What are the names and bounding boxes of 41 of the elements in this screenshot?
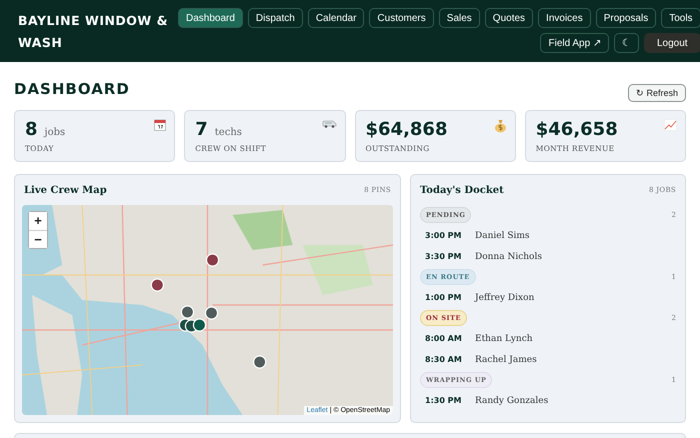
nav-tab[interactable]: Tools	[661, 8, 700, 28]
money-bag-icon	[494, 119, 507, 133]
job-time: 8:30 AM	[425, 355, 463, 364]
nav-tab[interactable]: Invoices	[538, 8, 591, 28]
van-icon	[322, 119, 336, 129]
map-drawing[interactable]	[22, 205, 393, 415]
nav-tab[interactable]: Quotes	[484, 8, 534, 28]
theme-toggle-button[interactable]: ☾	[614, 33, 639, 53]
nav-tab[interactable]: Dispatch	[248, 8, 303, 28]
stat-value: 8	[25, 119, 38, 140]
stat-value: $64,868	[366, 119, 448, 140]
job-time: 3:00 PM	[425, 231, 463, 240]
job-customer[interactable]: Jeffrey Dixon	[475, 292, 534, 302]
line-chart-icon	[664, 119, 677, 131]
refresh-button[interactable]: ↻ Refresh	[628, 84, 686, 102]
job-time: 8:00 AM	[425, 334, 463, 343]
nav-tab[interactable]: Proposals	[596, 8, 656, 28]
stat-unit: jobs	[44, 127, 66, 138]
nav-tab[interactable]: Dashboard	[178, 8, 243, 28]
zoom-out-button[interactable]: −	[29, 230, 47, 248]
stat-value: 7	[195, 119, 208, 140]
brand-title: BAYLINE WINDOW & WASH	[18, 12, 169, 52]
job-customer[interactable]: Ethan Lynch	[475, 334, 533, 344]
job-customer[interactable]: Rachel James	[475, 354, 537, 364]
stat-value: $46,658	[536, 119, 618, 140]
job-time: 1:00 PM	[425, 293, 463, 302]
nav-tab[interactable]: Customers	[369, 8, 434, 28]
panel-title: Live Crew Map	[24, 184, 107, 196]
job-time: 1:30 PM	[425, 396, 463, 405]
stat-unit: techs	[214, 127, 242, 138]
field-app-button[interactable]: Field App ↗	[540, 33, 609, 53]
nav-tab[interactable]: Sales	[438, 8, 480, 28]
job-time: 3:30 PM	[425, 252, 463, 261]
logout-button[interactable]: Logout	[644, 33, 700, 53]
job-customer[interactable]: Donna Nichols	[475, 252, 542, 262]
page-title: DASHBOARD	[14, 80, 130, 98]
job-customer[interactable]: Randy Gonzales	[475, 396, 548, 406]
panel-title: Today's Docket	[420, 184, 504, 196]
calendar-icon	[154, 119, 166, 131]
job-customer[interactable]: Daniel Sims	[475, 230, 530, 240]
nav-tab[interactable]: Calendar	[308, 8, 364, 28]
